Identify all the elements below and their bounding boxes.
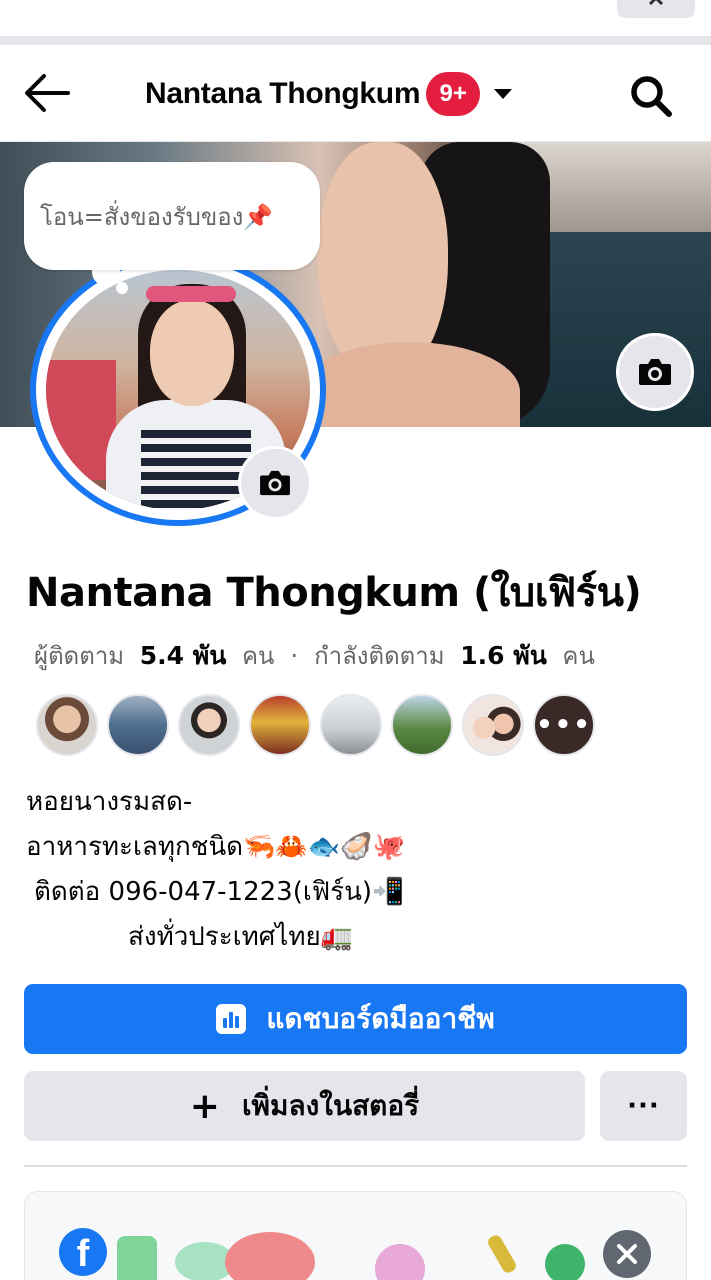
edit-cover-photo-button[interactable] — [616, 333, 694, 411]
following-unit: คน — [562, 642, 595, 670]
promo-illustration — [545, 1244, 585, 1280]
bio-line: หอยนางรมสด- — [26, 787, 193, 817]
add-to-story-button[interactable]: + เพิ่มลงในสตอรี่ — [24, 1071, 585, 1141]
top-strip — [0, 0, 711, 36]
following-label: กำลังติดตาม — [314, 642, 445, 670]
facebook-logo-letter: f — [76, 1233, 90, 1275]
back-arrow-icon — [25, 74, 70, 112]
friend-avatar[interactable] — [462, 694, 524, 756]
notification-badge: 9+ — [426, 72, 481, 116]
friend-avatar[interactable] — [36, 694, 98, 756]
section-separator — [0, 36, 711, 45]
collapse-handle[interactable] — [617, 0, 695, 18]
followers-count: 5.4 พัน — [139, 641, 227, 670]
followers-unit: คน — [241, 642, 275, 670]
profile-bio: หอยนางรมสด- อาหารทะเลทุกชนิด🦐🦀🐟🦪🐙 ติดต่อ… — [26, 780, 686, 960]
following-link[interactable]: กำลังติดตาม 1.6 พัน คน — [314, 636, 595, 676]
status-note-text: โอน=สั่งของรับของ📌 — [40, 202, 274, 231]
professional-dashboard-label: แดชบอร์ดมืออาชีพ — [266, 1002, 495, 1035]
add-to-story-label: เพิ่มลงในสตอรี่ — [241, 1089, 420, 1122]
more-icon: ··· — [627, 1091, 660, 1121]
follow-stats: ผู้ติดตาม 5.4 พัน คน · กำลังติดตาม 1.6 พ… — [34, 636, 595, 676]
divider — [24, 1165, 687, 1167]
camera-icon — [639, 359, 671, 385]
edit-profile-picture-button[interactable] — [238, 446, 312, 520]
professional-dashboard-button[interactable]: แดชบอร์ดมืออาชีพ — [24, 984, 687, 1054]
page-title: Nantana Thongkum — [145, 77, 421, 110]
following-count: 1.6 พัน — [460, 641, 547, 670]
promo-illustration — [117, 1236, 157, 1280]
photo-stripes — [141, 430, 251, 510]
caret-down-icon — [494, 89, 513, 99]
search-icon — [631, 76, 672, 117]
profile-name: Nantana Thongkum (ใบเฟิร์น) — [26, 570, 642, 616]
profile-switcher[interactable]: Nantana Thongkum 9+ — [145, 72, 513, 116]
friend-avatar[interactable] — [391, 694, 453, 756]
note-bubble-tail-small — [116, 282, 128, 294]
camera-icon — [260, 470, 290, 496]
profile-header-bar: Nantana Thongkum 9+ — [0, 45, 711, 142]
photo-face — [150, 300, 234, 406]
friend-avatar[interactable] — [178, 694, 240, 756]
photo-headband — [146, 286, 236, 302]
stats-separator: · — [290, 642, 299, 670]
followers-link[interactable]: ผู้ติดตาม 5.4 พัน คน — [34, 636, 274, 676]
friends-avatars: ••• — [36, 694, 604, 756]
more-friends-label: ••• — [536, 710, 592, 740]
bio-line: อาหารทะเลทุกชนิด🦐🦀🐟🦪🐙 — [26, 832, 405, 862]
promo-illustration — [225, 1232, 315, 1280]
friend-avatar[interactable] — [107, 694, 169, 756]
promo-card[interactable]: f — [24, 1191, 687, 1280]
chevron-up-icon — [648, 0, 664, 11]
promo-illustration — [485, 1233, 519, 1275]
plus-icon: + — [189, 1085, 220, 1127]
status-note-bubble[interactable]: โอน=สั่งของรับของ📌 — [24, 162, 320, 270]
back-button[interactable] — [20, 69, 72, 117]
promo-illustration — [375, 1244, 425, 1280]
friend-avatar[interactable] — [320, 694, 382, 756]
close-icon — [617, 1244, 637, 1264]
search-button[interactable] — [628, 73, 674, 119]
more-friends-button[interactable]: ••• — [533, 694, 595, 756]
friend-avatar[interactable] — [249, 694, 311, 756]
facebook-logo-icon: f — [59, 1228, 107, 1276]
bio-line: ส่งทั่วประเทศไทย🚛 — [128, 922, 354, 952]
followers-label: ผู้ติดตาม — [34, 642, 125, 670]
dashboard-icon — [216, 1004, 247, 1034]
close-promo-button[interactable] — [603, 1230, 651, 1278]
more-options-button[interactable]: ··· — [600, 1071, 687, 1141]
bio-line: ติดต่อ 096-047-1223(เฟิร์น)📲 — [34, 877, 405, 907]
